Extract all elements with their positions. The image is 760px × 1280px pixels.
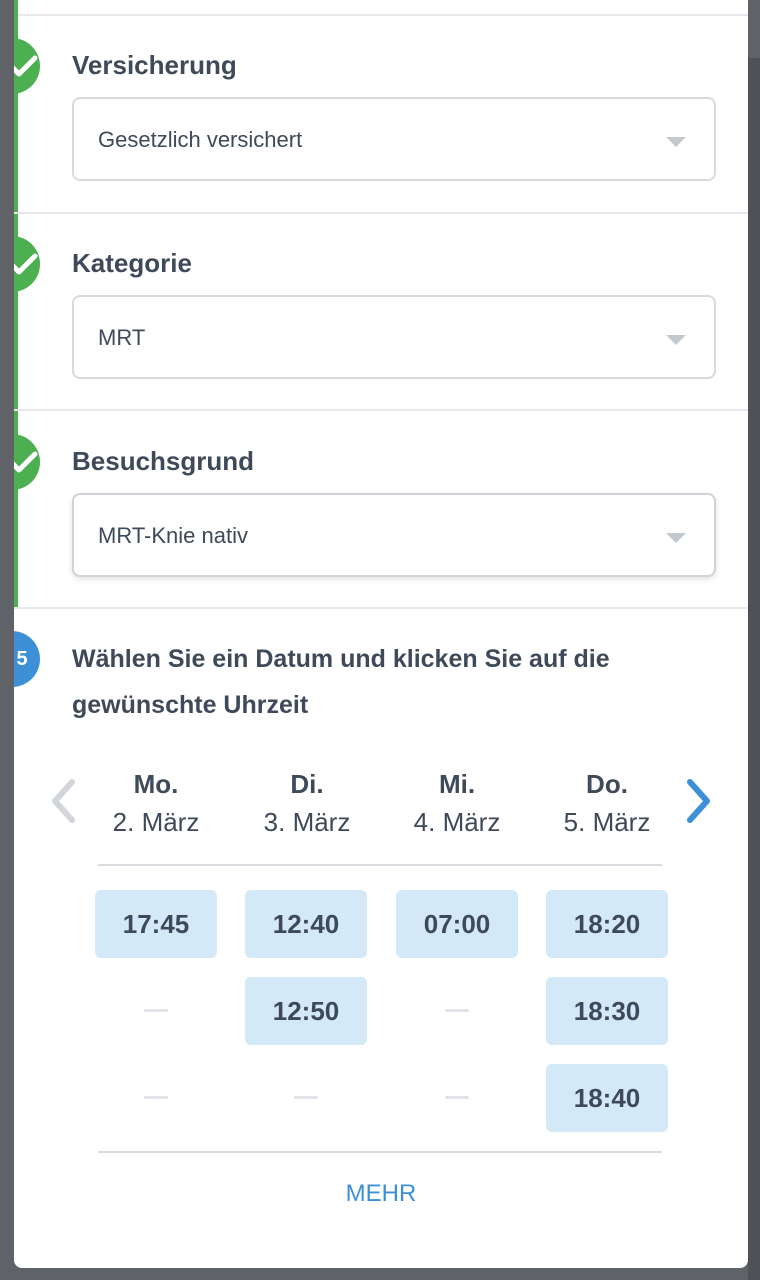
no-slot-dash: [144, 1009, 168, 1012]
step-title-besuchsgrund: Besuchsgrund: [72, 446, 255, 476]
day-header-tuesday: Di. 3. März: [232, 768, 382, 844]
day-header-monday: Mo. 2. März: [81, 768, 231, 844]
time-slot[interactable]: 07:00: [396, 890, 518, 958]
more-button[interactable]: MEHR: [14, 1180, 748, 1208]
select-value: MRT-Knie nativ: [98, 523, 248, 548]
no-slot-dash: [445, 1096, 469, 1099]
day-date: 5. März: [563, 807, 651, 837]
divider: [14, 607, 748, 609]
background-panel: [748, 58, 760, 1280]
no-slot-dash: [144, 1096, 168, 1099]
time-slot[interactable]: 12:50: [245, 977, 367, 1045]
step-title-kategorie: Kategorie: [72, 248, 192, 278]
day-date: 3. März: [263, 807, 351, 837]
day-header-wednesday: Mi. 4. März: [382, 768, 532, 844]
check-icon: [14, 434, 40, 490]
chevron-left-icon[interactable]: [48, 778, 78, 824]
check-icon: [14, 38, 40, 94]
check-icon: [14, 236, 40, 292]
time-slot[interactable]: 18:30: [546, 977, 668, 1045]
select-value: Gesetzlich versichert: [98, 127, 303, 152]
time-slot[interactable]: 12:40: [245, 890, 367, 958]
no-slot-dash: [294, 1096, 318, 1099]
caret-down-icon: [666, 137, 686, 147]
no-slot-dash: [445, 1009, 469, 1012]
kategorie-select[interactable]: MRT: [72, 295, 716, 379]
step-title-versicherung: Versicherung: [72, 50, 237, 80]
divider: [14, 409, 748, 411]
day-header-thursday: Do. 5. März: [532, 768, 682, 844]
divider: [14, 14, 748, 16]
besuchsgrund-select[interactable]: MRT-Knie nativ: [72, 493, 716, 577]
step-number-badge: 5: [14, 631, 40, 687]
day-name: Mi.: [438, 769, 476, 799]
time-slot[interactable]: 18:40: [546, 1064, 668, 1132]
day-date: 4. März: [413, 807, 501, 837]
select-value: MRT: [98, 325, 146, 350]
caret-down-icon: [666, 335, 686, 345]
time-slot[interactable]: 17:45: [95, 890, 217, 958]
day-name: Di.: [290, 769, 324, 799]
calendar-title: Wählen Sie ein Datum und klicken Sie auf…: [72, 645, 610, 719]
divider: [98, 1151, 662, 1153]
day-date: 2. März: [112, 807, 200, 837]
versicherung-select[interactable]: Gesetzlich versichert: [72, 97, 716, 181]
caret-down-icon: [666, 533, 686, 543]
day-name: Mo.: [133, 769, 179, 799]
step-number: 5: [16, 647, 28, 670]
chevron-right-icon[interactable]: [684, 778, 714, 824]
divider: [98, 864, 662, 866]
booking-card: Versicherung Gesetzlich versichert Kateg…: [14, 0, 748, 1268]
time-slot[interactable]: 18:20: [546, 890, 668, 958]
divider: [14, 212, 748, 214]
day-name: Do.: [586, 769, 628, 799]
